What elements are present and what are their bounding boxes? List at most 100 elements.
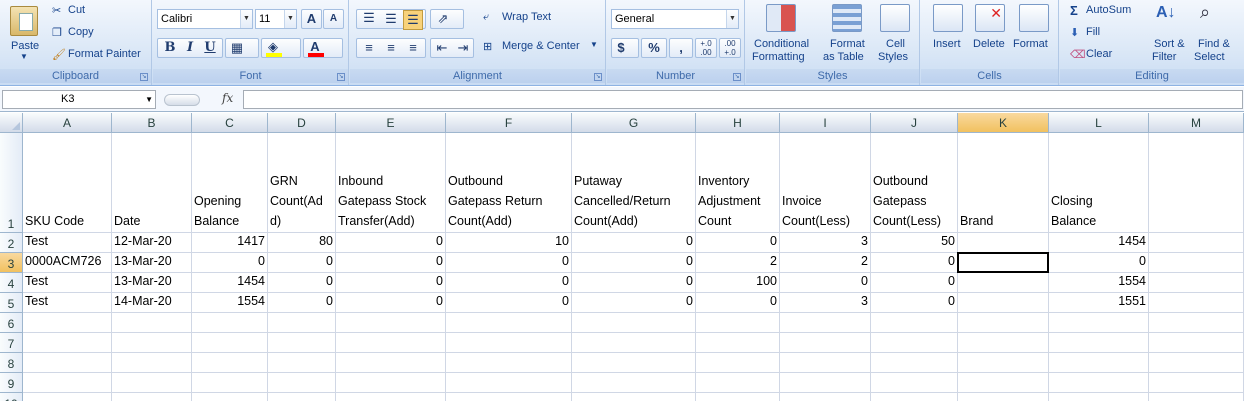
table-cell[interactable]	[268, 373, 336, 393]
align-left-icon[interactable]: ≡	[359, 39, 379, 57]
table-cell[interactable]	[446, 313, 572, 333]
table-cell[interactable]	[1149, 313, 1244, 333]
decrease-indent-icon[interactable]: ⇤	[432, 39, 452, 57]
bold-button[interactable]: B	[160, 39, 180, 57]
table-cell[interactable]: Test	[23, 233, 112, 253]
table-cell[interactable]	[446, 373, 572, 393]
align-center-icon[interactable]: ≡	[381, 39, 401, 57]
font-name-combo[interactable]: Calibri ▼	[157, 9, 253, 29]
table-cell[interactable]	[192, 313, 268, 333]
table-cell[interactable]	[871, 313, 958, 333]
clear-button[interactable]: Clear	[1086, 48, 1112, 60]
table-cell[interactable]	[23, 313, 112, 333]
table-cell[interactable]: 14-Mar-20	[112, 293, 192, 313]
column-header-e[interactable]: E	[336, 113, 446, 133]
table-cell[interactable]	[572, 313, 696, 333]
table-cell[interactable]	[871, 393, 958, 401]
find-select-label-2[interactable]: Select	[1194, 51, 1225, 63]
table-cell[interactable]	[112, 333, 192, 353]
table-cell[interactable]: 13-Mar-20	[112, 253, 192, 273]
table-cell[interactable]	[112, 353, 192, 373]
fill-icon[interactable]: ⬇	[1070, 26, 1079, 39]
table-cell[interactable]	[1149, 373, 1244, 393]
column-header-i[interactable]: I	[780, 113, 871, 133]
table-cell[interactable]	[1049, 373, 1149, 393]
table-cell[interactable]: 0	[871, 293, 958, 313]
table-cell[interactable]	[958, 373, 1049, 393]
paste-button[interactable]: Paste	[11, 40, 39, 52]
column-header-h[interactable]: H	[696, 113, 780, 133]
insert-cells-icon[interactable]	[933, 4, 963, 32]
table-cell[interactable]	[1049, 393, 1149, 401]
table-cell[interactable]	[572, 373, 696, 393]
table-cell[interactable]: 100	[696, 273, 780, 293]
table-cell[interactable]	[780, 373, 871, 393]
table-cell[interactable]: 1417	[192, 233, 268, 253]
autosum-icon[interactable]: Σ	[1070, 3, 1078, 18]
table-cell[interactable]: 10	[446, 233, 572, 253]
fill-color-button[interactable]: ◈	[261, 38, 301, 58]
row-header-4[interactable]: 4	[0, 273, 23, 293]
table-cell[interactable]	[268, 333, 336, 353]
alignment-launcher-icon[interactable]: ↘	[594, 73, 602, 81]
underline-button[interactable]: U	[200, 39, 220, 57]
table-cell[interactable]: 1554	[1049, 273, 1149, 293]
align-middle-icon[interactable]: ☰	[381, 10, 401, 28]
table-cell[interactable]	[1149, 233, 1244, 253]
table-cell[interactable]: 2	[696, 253, 780, 273]
delete-button[interactable]: Delete	[973, 38, 1005, 50]
table-cell[interactable]	[780, 353, 871, 373]
table-cell[interactable]: 0	[268, 293, 336, 313]
table-cell[interactable]: 13-Mar-20	[112, 273, 192, 293]
table-cell[interactable]: 0	[871, 273, 958, 293]
table-cell[interactable]	[268, 393, 336, 401]
select-all-button[interactable]	[0, 113, 23, 133]
merge-center-button[interactable]: Merge & Center	[502, 40, 580, 52]
table-cell[interactable]	[696, 333, 780, 353]
orientation-button[interactable]: ⇗	[430, 9, 464, 29]
table-cell[interactable]	[23, 353, 112, 373]
copy-button[interactable]: Copy	[68, 26, 94, 38]
sort-filter-icon[interactable]: A↓	[1154, 2, 1182, 30]
decrease-decimal-button[interactable]: .00 +.0	[719, 38, 741, 58]
table-cell[interactable]	[1149, 393, 1244, 401]
table-cell[interactable]: 0	[572, 273, 696, 293]
table-cell[interactable]	[336, 333, 446, 353]
name-box[interactable]: K3 ▼	[2, 90, 156, 109]
grow-font-button[interactable]: A	[301, 9, 322, 29]
table-cell[interactable]: 0	[572, 253, 696, 273]
column-header-m[interactable]: M	[1149, 113, 1244, 133]
table-cell[interactable]: 0	[696, 293, 780, 313]
header-cell[interactable]: Inbound Gatepass Stock Transfer(Add)	[336, 133, 446, 233]
table-cell[interactable]	[112, 393, 192, 401]
increase-decimal-button[interactable]: +.0 .00	[695, 38, 717, 58]
wrap-text-button[interactable]: Wrap Text	[502, 11, 551, 23]
italic-button[interactable]: I	[180, 39, 200, 57]
table-cell[interactable]: 0000ACM726	[23, 253, 112, 273]
column-header-k[interactable]: K	[958, 113, 1049, 133]
table-cell[interactable]: 80	[268, 233, 336, 253]
format-as-table-label-2[interactable]: as Table	[823, 51, 864, 63]
table-cell[interactable]: 0	[572, 293, 696, 313]
table-cell[interactable]	[1149, 293, 1244, 313]
table-cell[interactable]	[780, 333, 871, 353]
table-cell[interactable]: 0	[192, 253, 268, 273]
table-cell[interactable]: 0	[336, 273, 446, 293]
autosum-button[interactable]: AutoSum	[1086, 4, 1131, 16]
shrink-font-button[interactable]: A	[323, 9, 344, 29]
table-cell[interactable]: 0	[572, 233, 696, 253]
cell-styles-label-1[interactable]: Cell	[886, 38, 905, 50]
find-select-icon[interactable]: ⌕	[1198, 2, 1226, 30]
chevron-down-icon[interactable]: ▼	[726, 10, 738, 28]
cut-button[interactable]: Cut	[68, 4, 85, 16]
format-painter-icon[interactable]: 🖌	[52, 48, 66, 61]
percent-button[interactable]: %	[641, 38, 667, 58]
table-cell[interactable]	[572, 333, 696, 353]
cell-styles-label-2[interactable]: Styles	[878, 51, 908, 63]
table-cell[interactable]	[1049, 333, 1149, 353]
table-cell[interactable]	[192, 393, 268, 401]
table-cell[interactable]	[336, 353, 446, 373]
column-header-a[interactable]: A	[23, 113, 112, 133]
table-cell[interactable]	[336, 373, 446, 393]
table-cell[interactable]: 0	[1049, 253, 1149, 273]
